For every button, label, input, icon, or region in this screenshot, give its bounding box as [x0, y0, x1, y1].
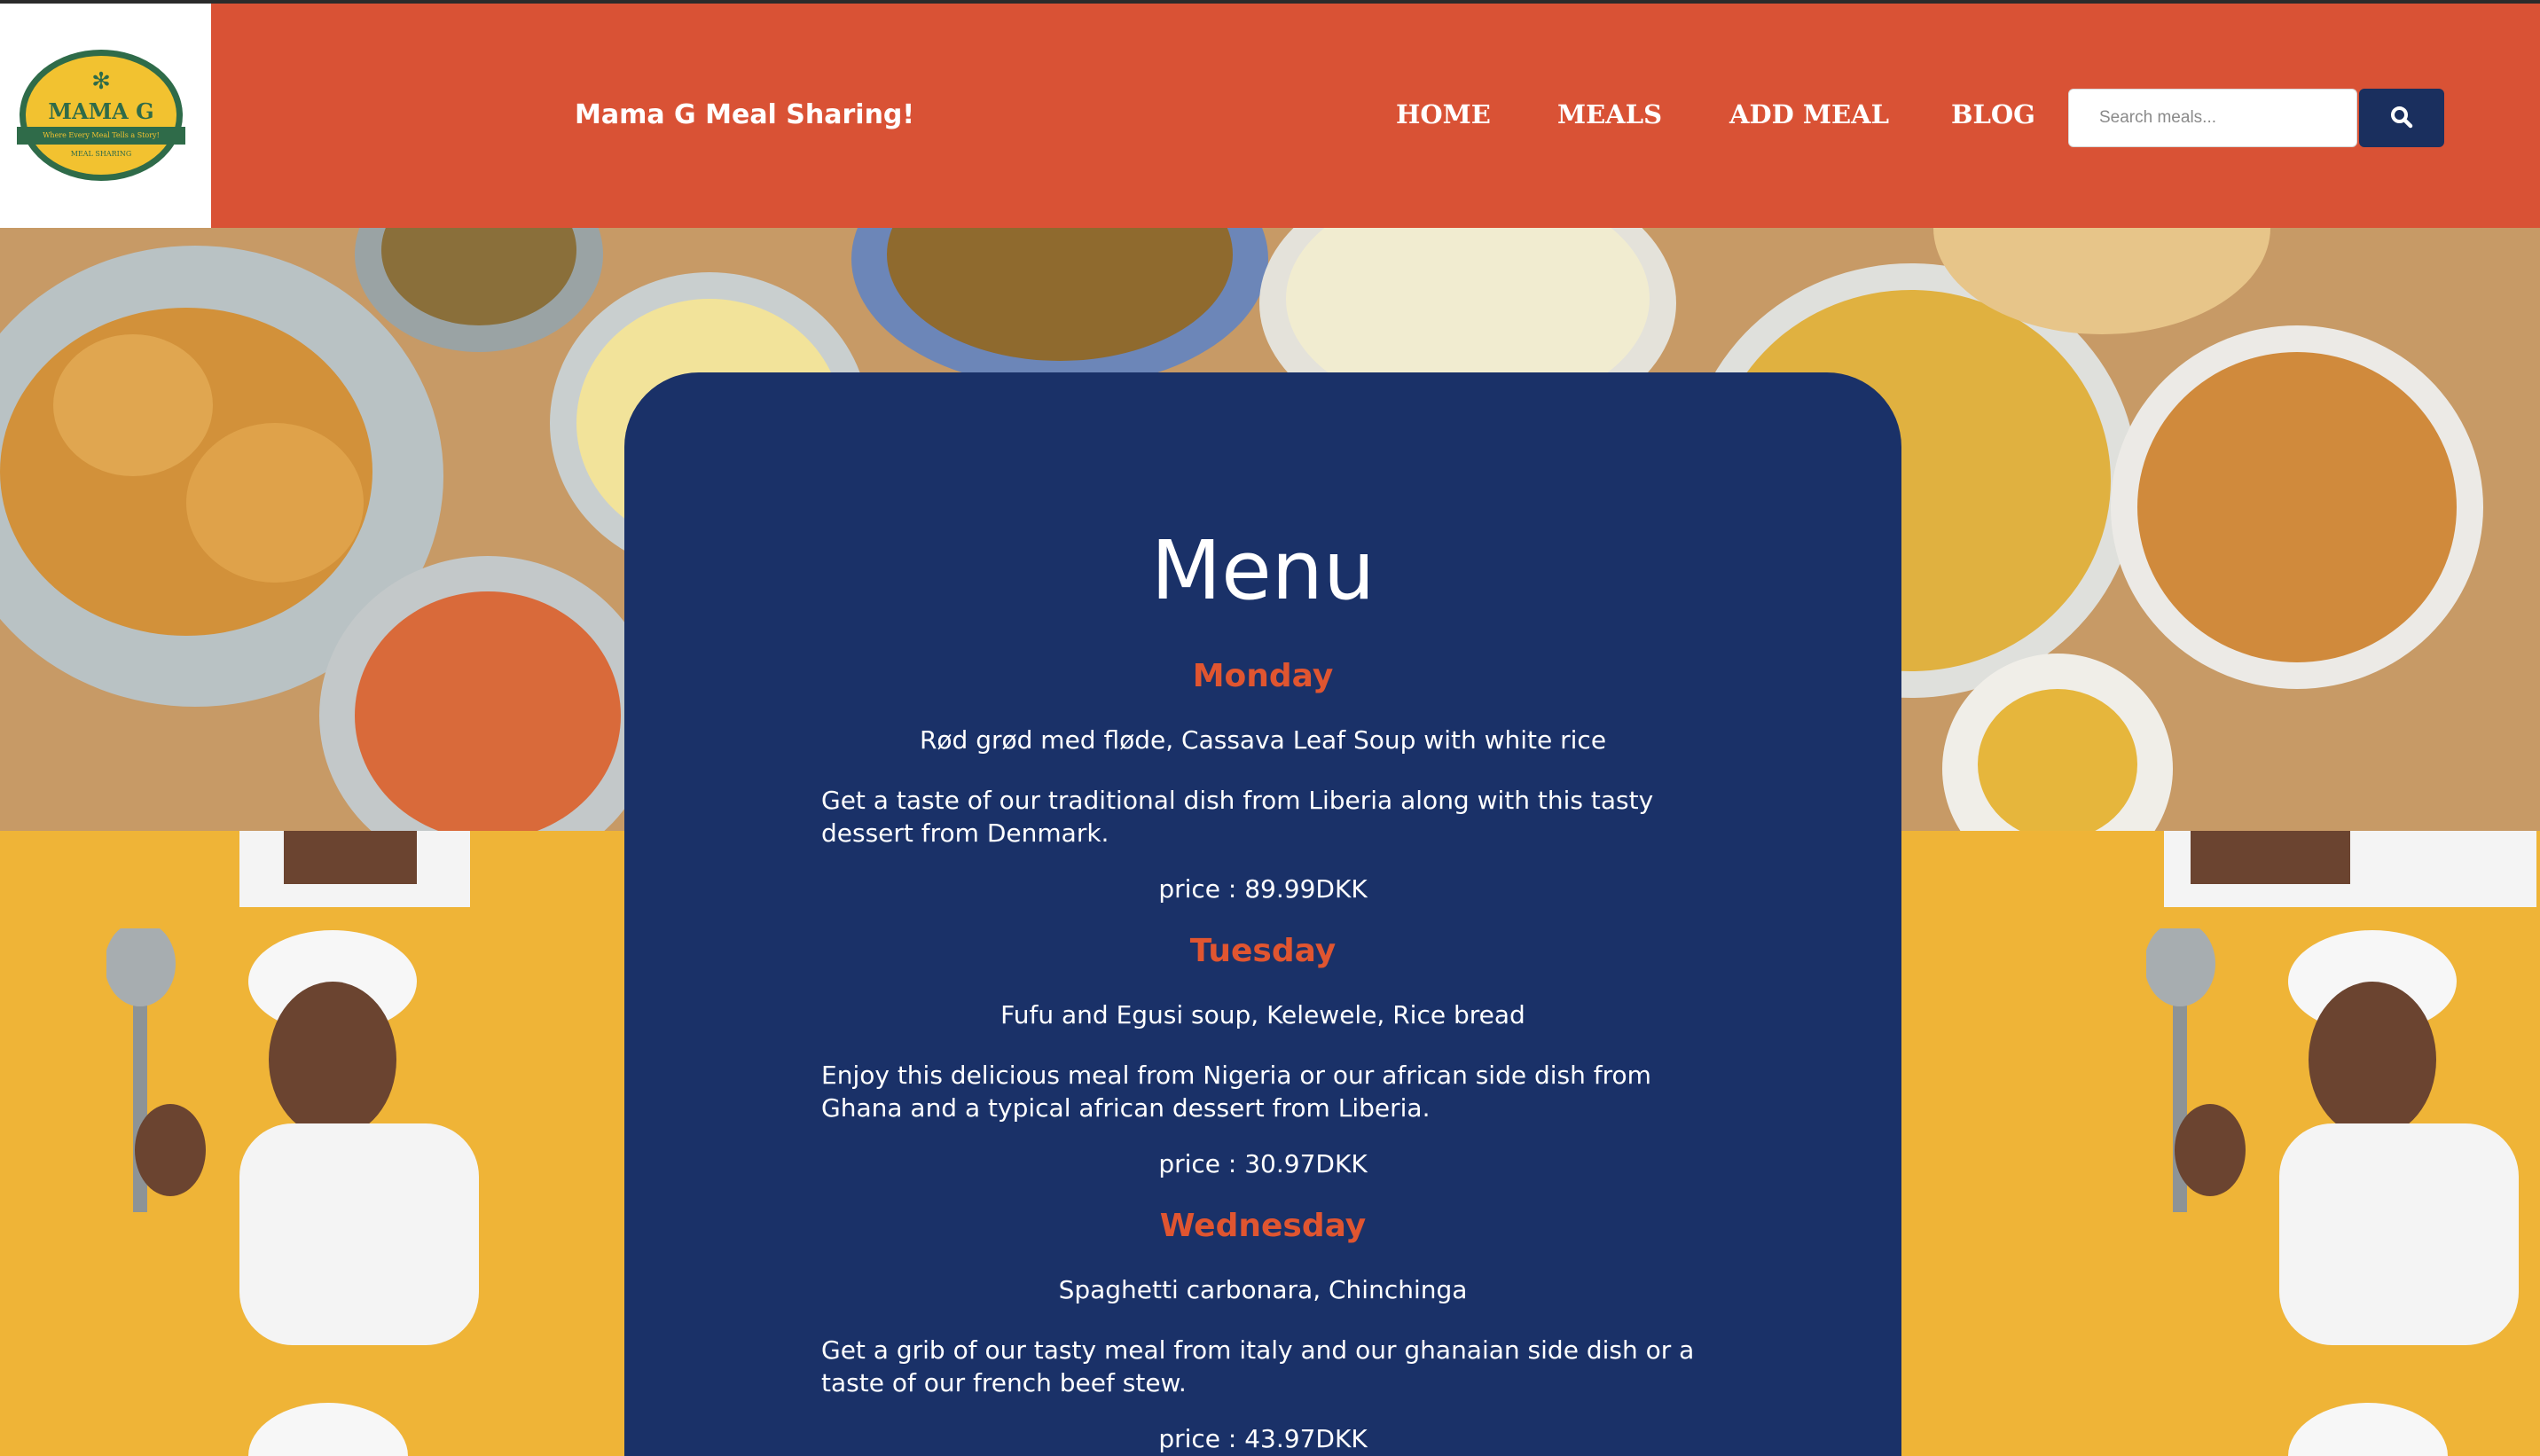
menu-panel: Menu Monday Rød grød med fløde, Cassava … — [624, 372, 1901, 1456]
palm-icon: ✻ — [91, 68, 111, 95]
nav-meals[interactable]: MEALS — [1557, 99, 1662, 129]
chef-image-partial — [2288, 1403, 2448, 1456]
logo-tagline: Where Every Meal Tells a Story! — [17, 127, 185, 145]
chef-image — [106, 928, 479, 1345]
nav-blog[interactable]: BLOG — [1951, 99, 2035, 129]
price-monday: price : 89.99DKK — [1158, 874, 1368, 904]
day-heading-tuesday: Tuesday — [1189, 933, 1337, 969]
chef-image-partial — [248, 1403, 408, 1456]
brand-title[interactable]: Mama G Meal Sharing! — [575, 99, 914, 130]
chef-image — [2146, 928, 2519, 1345]
description-wednesday: Get a grib of our tasty meal from italy … — [821, 1335, 1695, 1397]
price-tuesday: price : 30.97DKK — [1158, 1149, 1368, 1178]
site-header: ✻ MAMA G Where Every Meal Tells a Story!… — [0, 0, 2540, 228]
description-monday: Get a taste of our traditional dish from… — [821, 786, 1654, 848]
logo-subtitle: MEAL SHARING — [70, 150, 132, 158]
menu-title: Menu — [1150, 523, 1376, 618]
dishes-wednesday: Spaghetti carbonara, Chinchinga — [1058, 1275, 1468, 1304]
logo-name: MAMA G — [48, 98, 154, 124]
description-tuesday: Enjoy this delicious meal from Nigeria o… — [821, 1061, 1651, 1123]
dishes-tuesday: Fufu and Egusi soup, Kelewele, Rice brea… — [1000, 1000, 1525, 1029]
chef-image-partial — [239, 831, 470, 907]
day-heading-wednesday: Wednesday — [1159, 1208, 1367, 1244]
search-icon — [2391, 106, 2413, 129]
nav-add-meal[interactable]: ADD MEAL — [1729, 99, 1889, 129]
price-wednesday: price : 43.97DKK — [1158, 1424, 1368, 1453]
logo-badge: ✻ MAMA G Where Every Meal Tells a Story!… — [17, 50, 185, 181]
day-heading-monday: Monday — [1192, 658, 1334, 694]
search-input[interactable] — [2068, 89, 2357, 147]
search-button[interactable] — [2359, 89, 2444, 147]
dishes-monday: Rød grød med fløde, Cassava Leaf Soup wi… — [919, 725, 1607, 755]
chef-image-partial — [2164, 831, 2536, 907]
logo[interactable]: ✻ MAMA G Where Every Meal Tells a Story!… — [0, 4, 211, 228]
nav-home[interactable]: HOME — [1396, 99, 1491, 129]
